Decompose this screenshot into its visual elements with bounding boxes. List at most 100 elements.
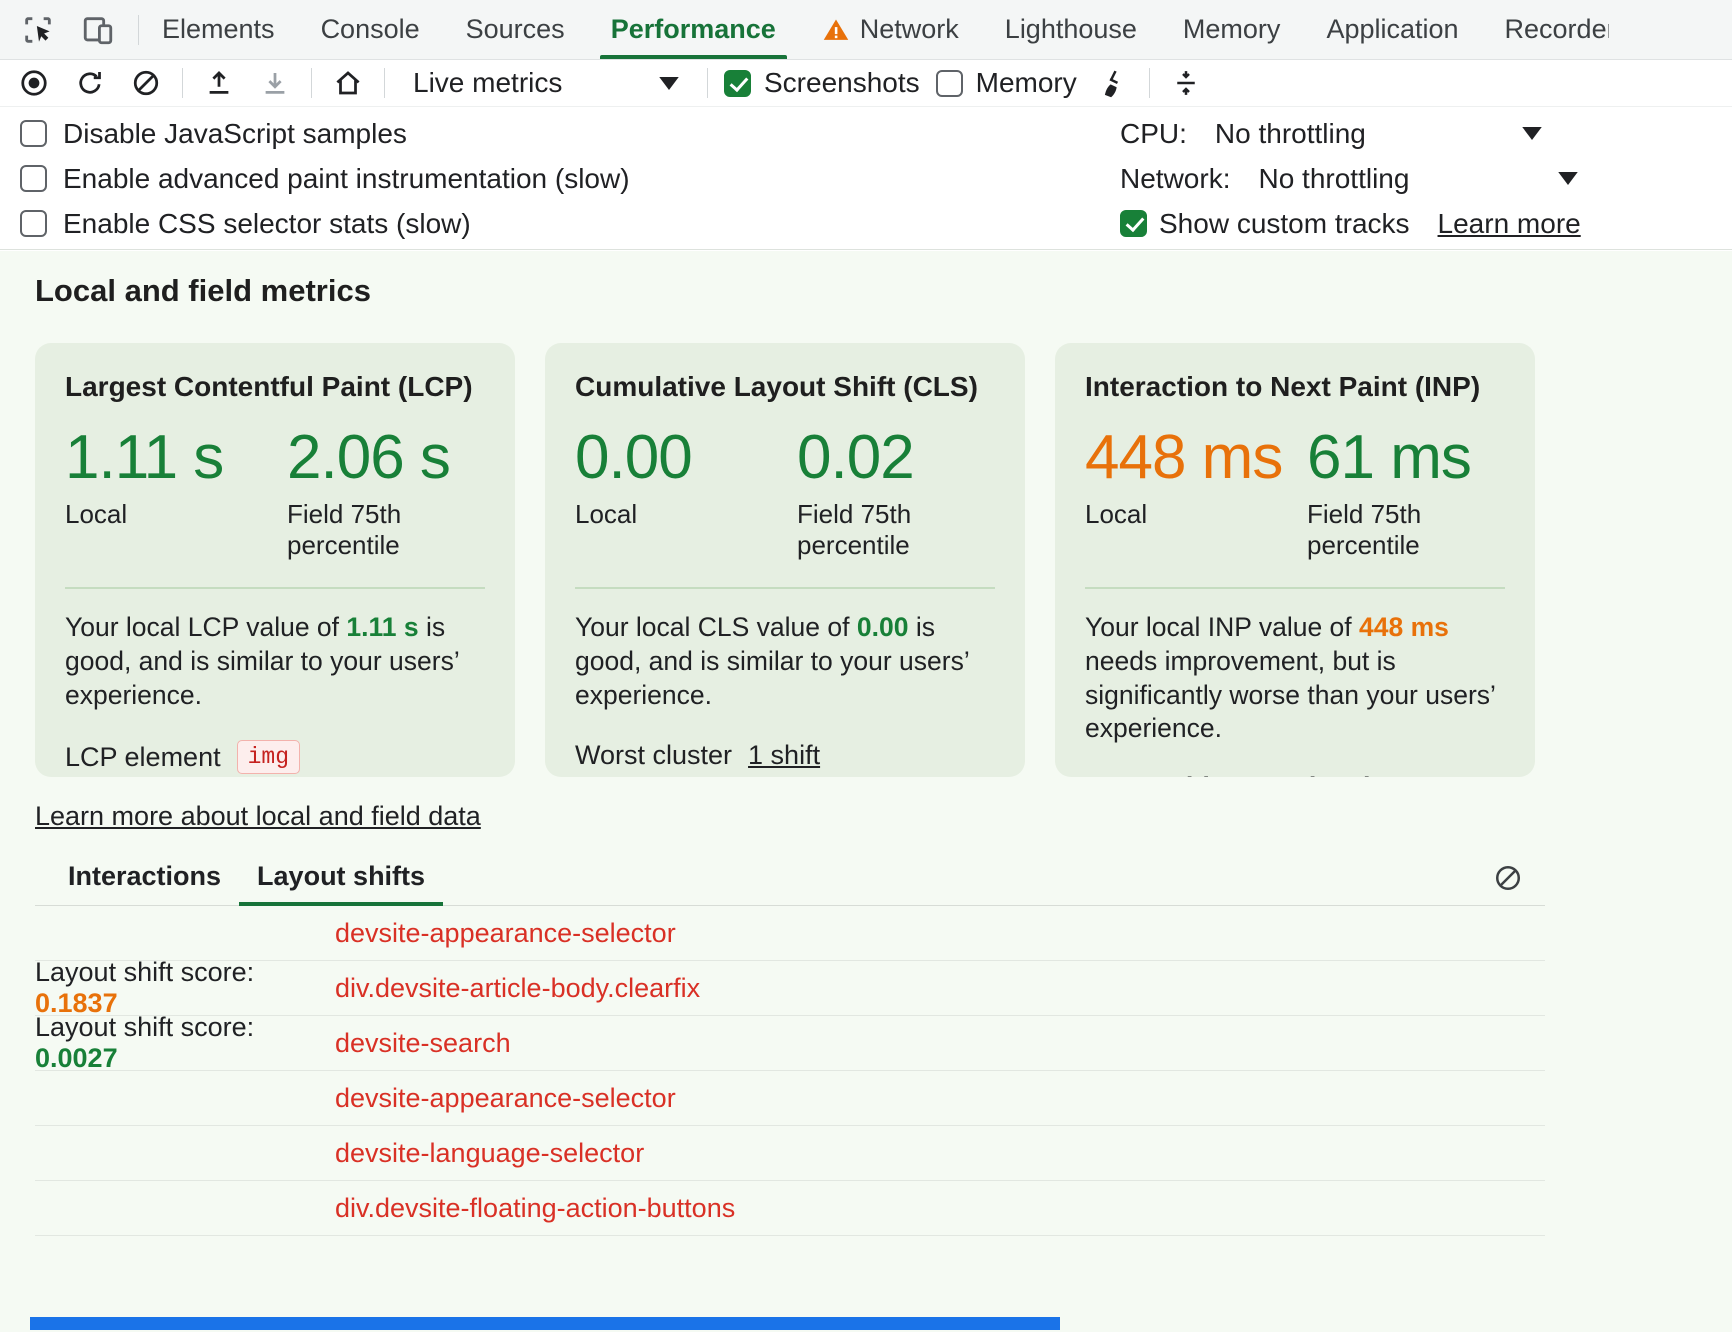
- tab-layout-shifts[interactable]: Layout shifts: [239, 861, 443, 905]
- tab-label: Interactions: [68, 861, 221, 891]
- network-throttling-value: No throttling: [1258, 163, 1409, 195]
- tab-sources[interactable]: Sources: [443, 0, 588, 59]
- divider: [384, 68, 385, 98]
- tab-label: Layout shifts: [257, 861, 425, 891]
- css-selector-stats-label: Enable CSS selector stats (slow): [63, 208, 471, 240]
- device-toolbar-icon[interactable]: [78, 10, 118, 50]
- history-dropdown-value: Live metrics: [413, 67, 562, 99]
- worst-cluster-link[interactable]: 1 shift: [748, 740, 820, 771]
- tab-recorder[interactable]: Recorder: [1482, 0, 1609, 59]
- checkbox-unchecked-icon: [20, 165, 47, 192]
- tab-label: Network: [860, 14, 959, 45]
- node-link[interactable]: div.devsite-floating-action-buttons: [335, 1193, 735, 1224]
- learn-more-link[interactable]: Learn more: [1438, 208, 1581, 240]
- tab-label: Recorder: [1505, 14, 1609, 45]
- field-label: Field 75th percentile: [287, 499, 447, 561]
- memory-label: Memory: [976, 67, 1077, 99]
- divider: [1085, 587, 1505, 589]
- clear-log-icon[interactable]: [1491, 863, 1525, 897]
- layout-shift-row: div.devsite-floating-action-buttons: [35, 1181, 1545, 1236]
- metric-cards: Largest Contentful Paint (LCP) 1.11 s Lo…: [35, 343, 1697, 777]
- chevron-down-icon: [659, 77, 679, 90]
- devtools-tabbar: Elements Console Sources Performance: [0, 0, 1732, 60]
- chevron-down-icon: [1558, 172, 1578, 185]
- card-title: Interaction to Next Paint (INP): [1085, 371, 1505, 403]
- panel-tabs: Elements Console Sources Performance: [139, 0, 1609, 59]
- logs-section: Interactions Layout shifts devsite-appea…: [35, 858, 1545, 1236]
- divider: [707, 68, 708, 98]
- local-test-conditions-disclosure[interactable]: ▶ Consider your local test conditions: [1085, 772, 1505, 777]
- collapse-sections-icon[interactable]: [1166, 64, 1206, 102]
- checkbox-unchecked-icon: [20, 210, 47, 237]
- home-icon[interactable]: [328, 64, 368, 102]
- node-link[interactable]: devsite-appearance-selector: [335, 918, 676, 949]
- inp-description: Your local INP value of 448 ms needs imp…: [1085, 611, 1505, 746]
- divider: [1149, 68, 1150, 98]
- tab-memory[interactable]: Memory: [1160, 0, 1304, 59]
- capture-settings: Disable JavaScript samples Enable advanc…: [0, 107, 1732, 250]
- throttling-settings: CPU: No throttling Network: No throttlin…: [1120, 111, 1732, 246]
- network-label: Network:: [1120, 163, 1230, 195]
- checkbox-unchecked-icon: [20, 120, 47, 147]
- cls-local-value: 0.00: [575, 425, 797, 490]
- tab-console[interactable]: Console: [298, 0, 443, 59]
- shift-score-value: 0.0027: [35, 1043, 118, 1073]
- tab-performance[interactable]: Performance: [588, 0, 799, 59]
- layout-shift-row: Layout shift score: 0.0027 devsite-searc…: [35, 1016, 1545, 1071]
- load-profile-icon[interactable]: [199, 64, 239, 102]
- inspect-element-icon[interactable]: [18, 10, 58, 50]
- show-custom-tracks-checkbox[interactable]: Show custom tracks: [1120, 208, 1410, 240]
- card-title: Cumulative Layout Shift (CLS): [575, 371, 995, 403]
- worst-cluster-label: Worst cluster: [575, 740, 732, 771]
- node-link[interactable]: devsite-appearance-selector: [335, 1083, 676, 1114]
- reload-and-record-button[interactable]: [70, 64, 110, 102]
- shift-score-cell: Layout shift score: 0.0027: [35, 1012, 335, 1074]
- tab-network[interactable]: Network: [799, 0, 982, 59]
- lcp-element-label: LCP element: [65, 742, 221, 773]
- tab-label: Lighthouse: [1005, 14, 1137, 45]
- node-link[interactable]: div.devsite-article-body.clearfix: [335, 973, 700, 1004]
- gc-broom-icon[interactable]: [1093, 64, 1133, 102]
- layout-shift-row: Layout shift score: 0.1837 div.devsite-a…: [35, 961, 1545, 1016]
- learn-more-field-data-link[interactable]: Learn more about local and field data: [35, 801, 481, 832]
- layout-shift-row: devsite-language-selector: [35, 1126, 1545, 1181]
- disclosure-label: Consider your local test conditions: [1118, 772, 1505, 777]
- clear-button[interactable]: [126, 64, 166, 102]
- cls-field-value: 0.02: [797, 425, 1019, 490]
- node-link[interactable]: devsite-search: [335, 1028, 511, 1059]
- performance-toolbar: Live metrics Screenshots Memory: [0, 60, 1732, 107]
- memory-checkbox[interactable]: Memory: [936, 67, 1077, 99]
- tab-label: Elements: [162, 14, 275, 45]
- checkbox-checked-icon: [724, 70, 751, 97]
- tab-interactions[interactable]: Interactions: [50, 861, 239, 905]
- card-title: Largest Contentful Paint (LCP): [65, 371, 485, 403]
- inp-field-value: 61 ms: [1307, 425, 1529, 490]
- save-profile-icon[interactable]: [255, 64, 295, 102]
- divider: [575, 587, 995, 589]
- local-label: Local: [1085, 499, 1245, 530]
- shift-score-label: Layout shift score:: [35, 957, 254, 987]
- local-label: Local: [575, 499, 735, 530]
- horizontal-scrollbar-thumb[interactable]: [30, 1317, 1060, 1330]
- network-throttling-select[interactable]: Network: No throttling: [1120, 156, 1732, 201]
- cpu-throttling-value: No throttling: [1215, 118, 1366, 150]
- warning-icon: [822, 16, 850, 44]
- tab-lighthouse[interactable]: Lighthouse: [982, 0, 1160, 59]
- divider: [311, 68, 312, 98]
- record-button[interactable]: [14, 64, 54, 102]
- cpu-throttling-select[interactable]: CPU: No throttling: [1120, 111, 1732, 156]
- tab-application[interactable]: Application: [1303, 0, 1481, 59]
- history-dropdown[interactable]: Live metrics: [401, 67, 691, 99]
- local-label: Local: [65, 499, 225, 530]
- metrics-heading: Local and field metrics: [35, 273, 1732, 309]
- lcp-element-node-link[interactable]: img: [237, 740, 300, 774]
- tab-label: Performance: [611, 14, 776, 45]
- devtools-performance-panel: Elements Console Sources Performance: [0, 0, 1732, 250]
- field-label: Field 75th percentile: [797, 499, 957, 561]
- tab-elements[interactable]: Elements: [139, 0, 298, 59]
- metric-card-cls: Cumulative Layout Shift (CLS) 0.00 Local…: [545, 343, 1025, 777]
- screenshots-checkbox[interactable]: Screenshots: [724, 67, 920, 99]
- tab-label: Memory: [1183, 14, 1281, 45]
- checkbox-checked-icon: [1120, 210, 1147, 237]
- node-link[interactable]: devsite-language-selector: [335, 1138, 644, 1169]
